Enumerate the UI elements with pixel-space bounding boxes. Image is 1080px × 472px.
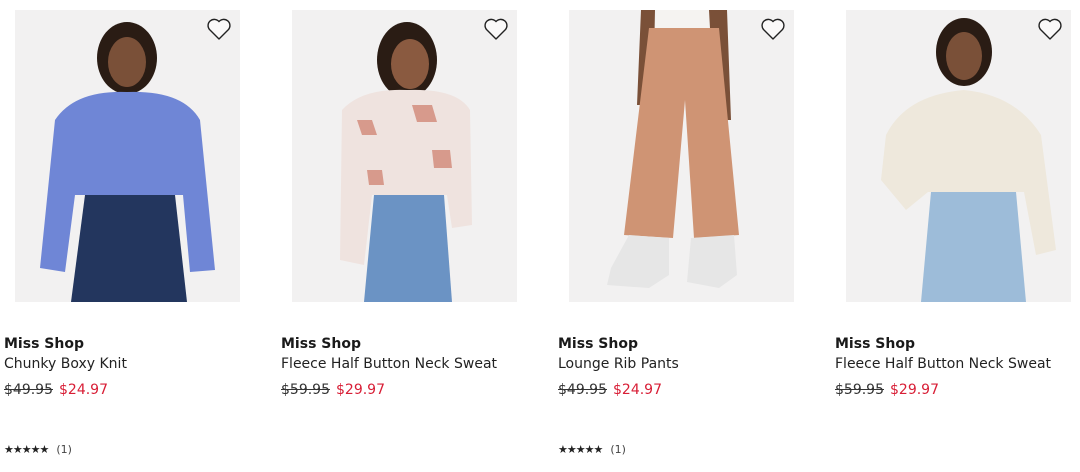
original-price: $49.95 xyxy=(4,382,53,398)
product-prices: $49.95 $24.97 xyxy=(558,382,662,398)
product-prices: $59.95 $29.97 xyxy=(281,382,385,398)
original-price: $59.95 xyxy=(281,382,330,398)
wishlist-heart-icon[interactable] xyxy=(758,14,788,44)
product-card[interactable]: Miss Shop Lounge Rib Pants $49.95 $24.97 … xyxy=(554,0,816,472)
sale-price: $24.97 xyxy=(613,382,662,398)
product-brand[interactable]: Miss Shop xyxy=(281,336,361,352)
product-image[interactable] xyxy=(292,10,517,302)
product-rating[interactable]: ★★★★★ (1) xyxy=(4,443,72,456)
review-count: (1) xyxy=(610,443,626,456)
product-card[interactable]: Miss Shop Fleece Half Button Neck Sweat … xyxy=(831,0,1080,472)
rating-stars-icon: ★★★★★ xyxy=(4,443,49,456)
sale-price: $29.97 xyxy=(890,382,939,398)
product-image[interactable] xyxy=(569,10,794,302)
product-grid: Miss Shop Chunky Boxy Knit $49.95 $24.97 … xyxy=(0,0,1080,472)
product-brand[interactable]: Miss Shop xyxy=(558,336,638,352)
rating-stars-icon: ★★★★★ xyxy=(558,443,603,456)
product-rating[interactable]: ★★★★★ (1) xyxy=(558,443,626,456)
wishlist-heart-icon[interactable] xyxy=(481,14,511,44)
product-brand[interactable]: Miss Shop xyxy=(835,336,915,352)
review-count: (1) xyxy=(56,443,72,456)
product-name[interactable]: Fleece Half Button Neck Sweat xyxy=(281,356,497,372)
product-photo xyxy=(15,10,240,302)
wishlist-heart-icon[interactable] xyxy=(1035,14,1065,44)
product-card[interactable]: Miss Shop Chunky Boxy Knit $49.95 $24.97 … xyxy=(0,0,262,472)
product-image[interactable] xyxy=(15,10,240,302)
sale-price: $29.97 xyxy=(336,382,385,398)
product-photo xyxy=(846,10,1071,302)
wishlist-heart-icon[interactable] xyxy=(204,14,234,44)
product-name[interactable]: Fleece Half Button Neck Sweat xyxy=(835,356,1051,372)
sale-price: $24.97 xyxy=(59,382,108,398)
product-prices: $59.95 $29.97 xyxy=(835,382,939,398)
original-price: $59.95 xyxy=(835,382,884,398)
product-prices: $49.95 $24.97 xyxy=(4,382,108,398)
product-photo xyxy=(292,10,517,302)
product-name[interactable]: Chunky Boxy Knit xyxy=(4,356,127,372)
product-image[interactable] xyxy=(846,10,1071,302)
product-name[interactable]: Lounge Rib Pants xyxy=(558,356,679,372)
product-card[interactable]: Miss Shop Fleece Half Button Neck Sweat … xyxy=(277,0,539,472)
original-price: $49.95 xyxy=(558,382,607,398)
product-brand[interactable]: Miss Shop xyxy=(4,336,84,352)
product-photo xyxy=(569,10,794,302)
